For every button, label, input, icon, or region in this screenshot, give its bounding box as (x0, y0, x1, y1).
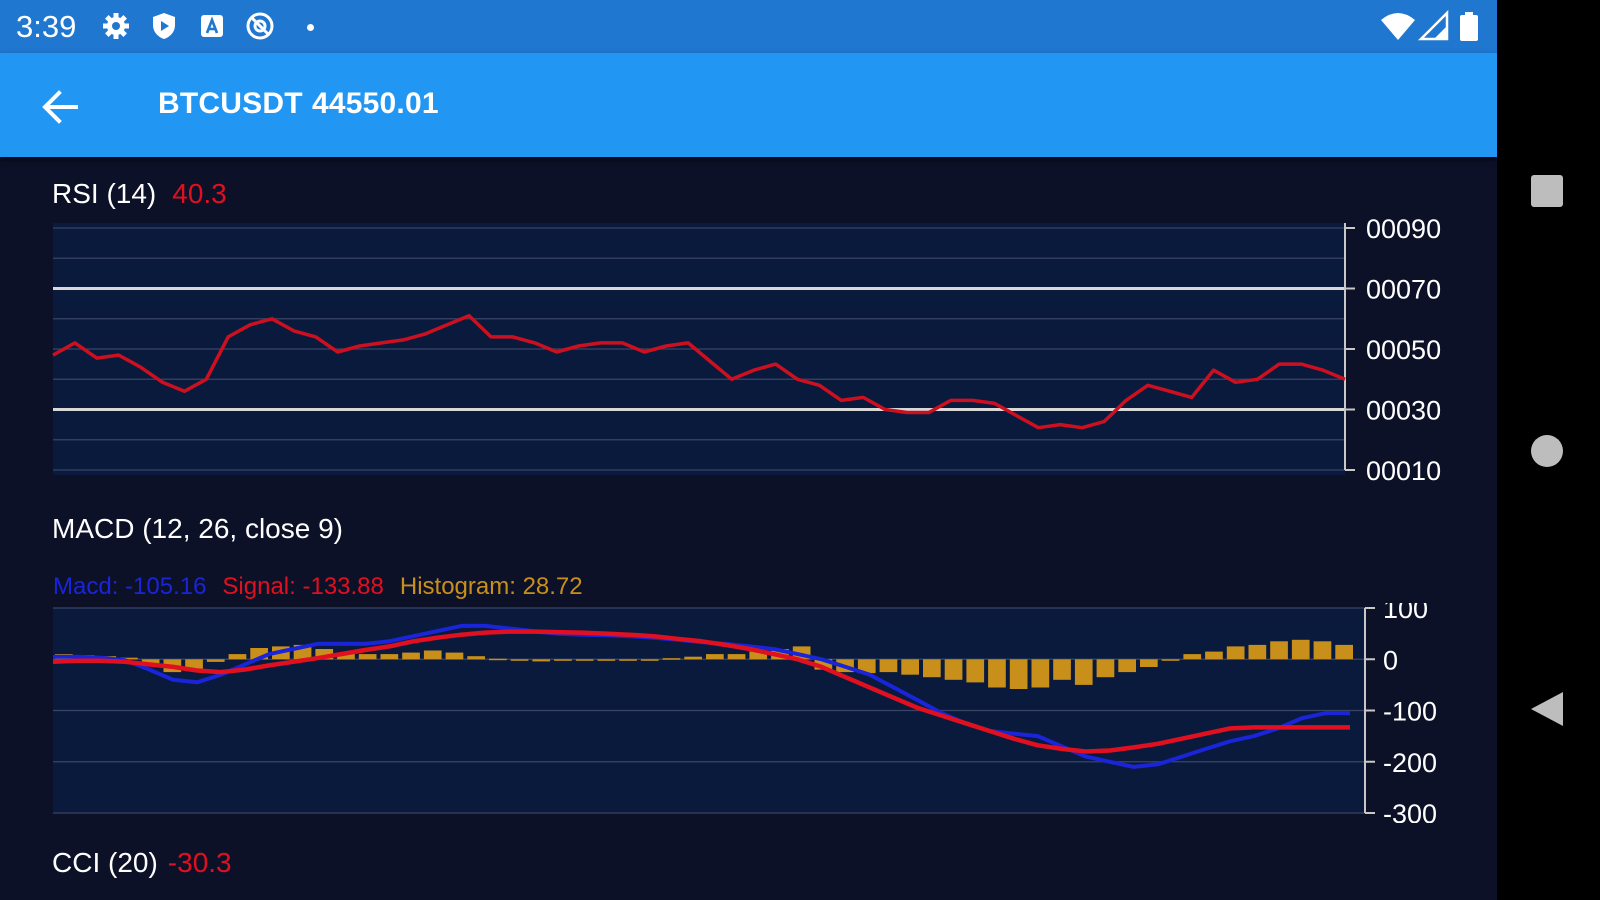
macd-tick-label: -200 (1383, 748, 1437, 778)
rsi-value: 40.3 (172, 178, 227, 209)
cci-title: CCI (20) (52, 847, 158, 878)
macd-histogram-bar (1248, 644, 1267, 660)
macd-histogram-bar (706, 654, 724, 660)
macd-histogram-bar (944, 659, 963, 680)
macd-histogram-bar (510, 659, 529, 661)
macd-histogram-bar (1009, 659, 1028, 689)
macd-histogram-bar (1291, 639, 1310, 660)
macd-histogram-bar (402, 652, 420, 660)
macd-histogram-bar (1335, 644, 1353, 660)
wifi-icon (1381, 13, 1415, 40)
macd-histogram-bar (619, 659, 637, 661)
rsi-tick-label: 00010 (1366, 456, 1441, 485)
symbol-label: BTCUSDT (158, 87, 303, 120)
macd-legend-signal: Signal: -133.88 (222, 573, 384, 600)
macd-histogram-bar (727, 654, 746, 660)
a-box-icon (201, 15, 223, 37)
app-screen: 3:39 BTCUSDT 44550.01 RSI (14) 40.3 0009… (0, 0, 1497, 900)
rsi-tick-label: 00090 (1366, 215, 1441, 244)
macd-histogram-bar (358, 654, 377, 660)
macd-histogram-bar (1226, 646, 1245, 660)
macd-histogram-bar (206, 659, 225, 662)
macd-title: MACD (12, 26, close 9) (52, 513, 343, 544)
status-bar: 3:39 (0, 0, 1497, 53)
home-circle-icon[interactable] (1529, 433, 1565, 469)
recents-square-icon[interactable] (1529, 173, 1565, 209)
macd-histogram-bar (879, 659, 898, 673)
macd-tick-label: -100 (1383, 697, 1437, 727)
rsi-tick-label: 00070 (1366, 275, 1441, 305)
macd-histogram-bar (554, 659, 572, 661)
macd-histogram-bar (988, 659, 1006, 688)
macd-histogram-bar (467, 656, 485, 660)
macd-legend-macd: Macd: -105.16 (53, 573, 207, 600)
macd-tick-label: 100 (1383, 603, 1428, 624)
macd-legend-histogram: Histogram: 28.72 (399, 573, 583, 600)
macd-histogram-bar (228, 654, 247, 660)
macd-histogram-bar (423, 650, 442, 660)
macd-tick-label: -300 (1383, 799, 1437, 823)
navigation-bar (1497, 0, 1600, 900)
cci-title-row: CCI (20) -30.3 (52, 847, 232, 879)
macd-histogram-bar (1031, 659, 1050, 688)
macd-histogram-bar (1161, 659, 1180, 661)
shield-play-icon (153, 13, 175, 39)
macd-histogram-bar (489, 658, 507, 661)
at-sign-icon (246, 12, 274, 40)
rsi-title: RSI (14) (52, 178, 157, 209)
macd-histogram-bar (380, 654, 399, 660)
macd-histogram-bar (1313, 641, 1332, 660)
battery-icon (1460, 12, 1478, 41)
rsi-tick-label: 00030 (1366, 396, 1441, 426)
macd-histogram-bar (662, 658, 681, 660)
macd-histogram-bar (1053, 659, 1071, 680)
macd-chart: 100 0 -100 -200 -300 (52, 603, 1437, 823)
settings-icon (103, 13, 129, 39)
back-triangle-icon[interactable] (1529, 689, 1565, 729)
macd-histogram-bar (1074, 659, 1093, 685)
app-bar: BTCUSDT 44550.01 (0, 53, 1497, 157)
rsi-title-row: RSI (14) 40.3 (52, 178, 227, 210)
macd-histogram-bar (923, 659, 941, 678)
arrow-back-icon[interactable] (38, 85, 82, 129)
macd-histogram-bar (1118, 659, 1136, 673)
macd-histogram-bar (1270, 641, 1288, 660)
macd-histogram-bar (1140, 659, 1158, 667)
signal-icon (1418, 10, 1449, 41)
macd-histogram-bar (532, 659, 551, 662)
macd-histogram-bar (684, 656, 702, 660)
cci-value: -30.3 (167, 847, 232, 878)
dot-icon (307, 24, 314, 31)
macd-histogram-bar (966, 659, 985, 683)
rsi-chart: 00090 00070 00050 00030 00010 (52, 215, 1441, 485)
macd-histogram-bar (1183, 654, 1202, 660)
macd-legend: Macd: -105.16 Signal: -133.88 Histogram: 2… (53, 573, 599, 601)
macd-histogram-bar (640, 659, 659, 661)
macd-histogram-bar (1205, 651, 1223, 660)
macd-histogram-bar (575, 659, 594, 661)
rsi-tick-label: 00050 (1366, 335, 1441, 365)
macd-histogram-bar (901, 659, 919, 675)
price-label: 44550.01 (312, 87, 439, 120)
macd-histogram-bar (597, 659, 616, 661)
macd-histogram-bar (445, 652, 464, 660)
macd-histogram-bar (1096, 659, 1115, 678)
macd-tick-label: 0 (1383, 645, 1398, 675)
status-time: 3:39 (16, 9, 77, 44)
